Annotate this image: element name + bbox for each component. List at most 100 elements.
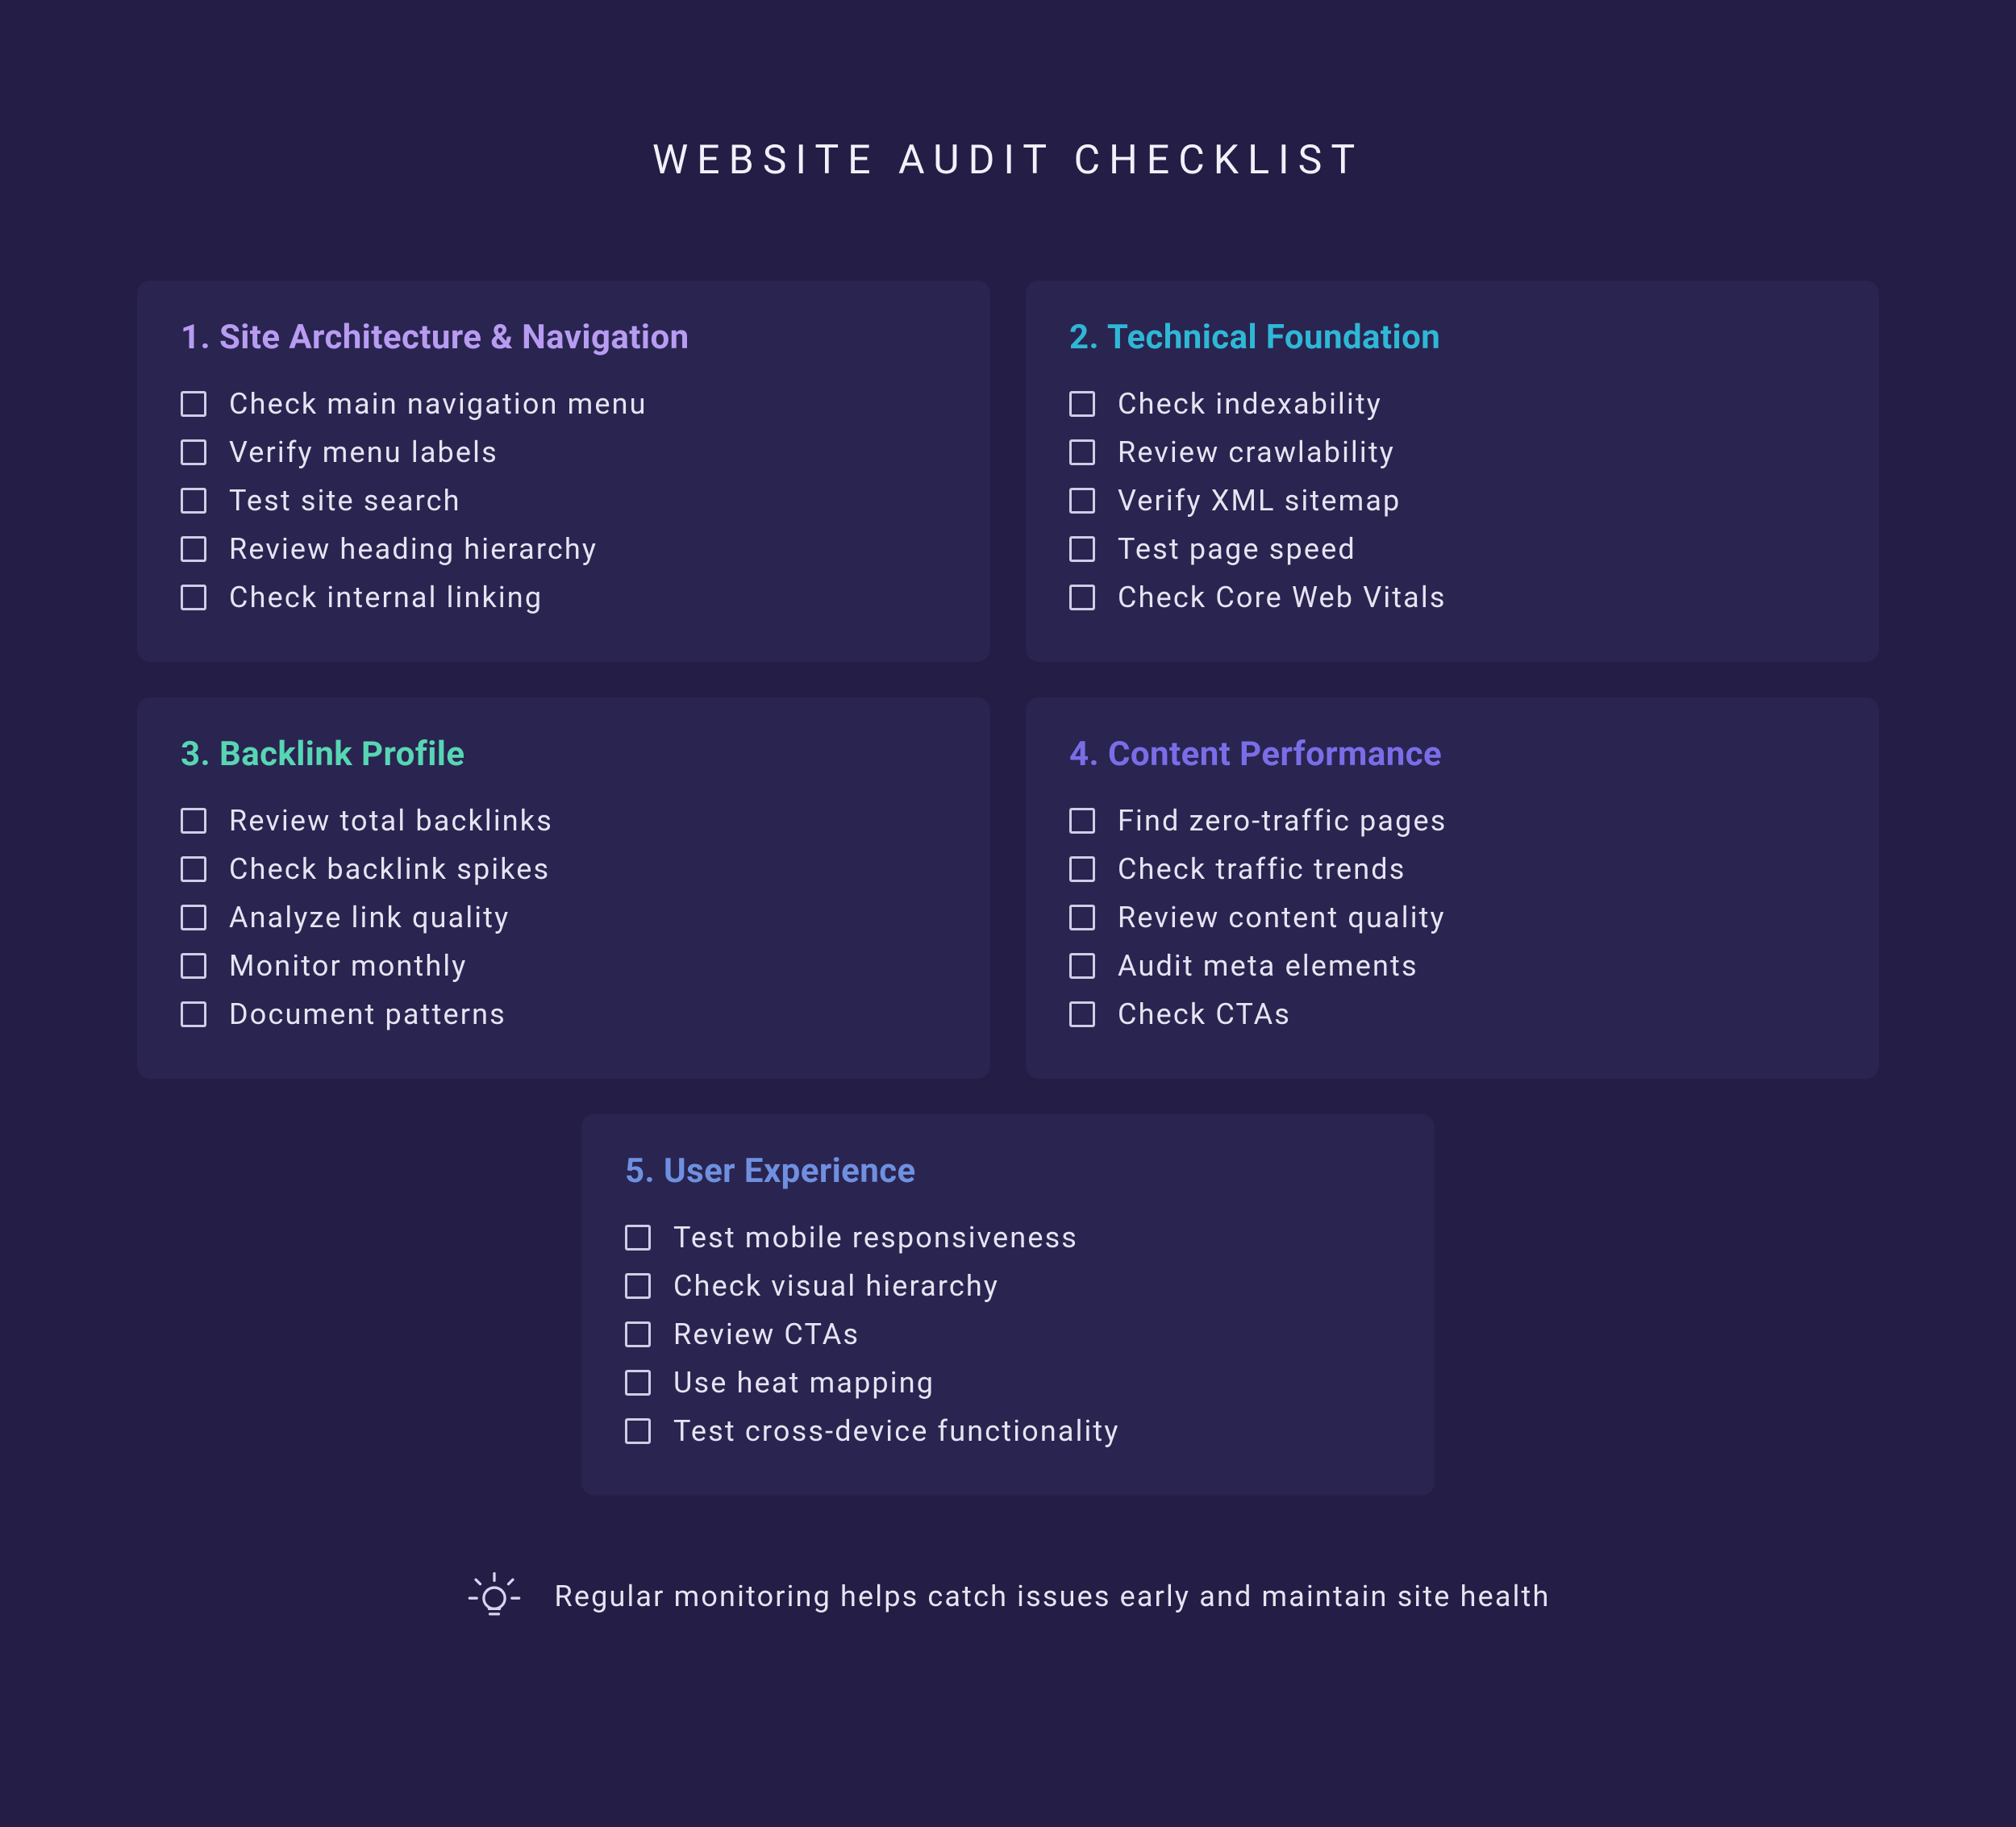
lightbulb-icon	[466, 1568, 523, 1625]
item-label: Review content quality	[1118, 901, 1446, 934]
checkbox[interactable]	[1069, 953, 1095, 979]
checkbox[interactable]	[181, 439, 206, 465]
checkbox[interactable]	[1069, 536, 1095, 562]
list-item: Monitor monthly	[181, 942, 947, 990]
list-item: Check main navigation menu	[181, 380, 947, 428]
card-technical-foundation: 2. Technical Foundation Check indexabili…	[1026, 281, 1879, 662]
checkbox[interactable]	[1069, 391, 1095, 417]
item-label: Test page speed	[1118, 532, 1356, 566]
section-number: 2.	[1069, 318, 1099, 357]
section-title: Content Performance	[1108, 735, 1442, 774]
item-label: Check traffic trends	[1118, 852, 1406, 886]
section-title: Backlink Profile	[219, 735, 464, 774]
footer-text: Regular monitoring helps catch issues ea…	[555, 1579, 1551, 1613]
list-item: Review total backlinks	[181, 797, 947, 845]
checkbox[interactable]	[1069, 585, 1095, 610]
checkbox[interactable]	[625, 1321, 651, 1347]
item-list: Check indexability Review crawlability V…	[1069, 380, 1835, 622]
card-user-experience: 5. User Experience Test mobile responsiv…	[581, 1114, 1435, 1496]
section-title: Technical Foundation	[1107, 318, 1440, 357]
card-heading: 4. Content Performance	[1069, 735, 1835, 774]
item-label: Document patterns	[229, 997, 506, 1031]
checkbox[interactable]	[625, 1418, 651, 1444]
list-item: Review crawlability	[1069, 428, 1835, 477]
item-label: Test cross-device functionality	[673, 1414, 1120, 1448]
list-item: Use heat mapping	[625, 1359, 1391, 1407]
list-item: Check Core Web Vitals	[1069, 573, 1835, 622]
list-item: Document patterns	[181, 990, 947, 1038]
card-grid: 1. Site Architecture & Navigation Check …	[137, 281, 1879, 1496]
item-label: Review heading hierarchy	[229, 532, 598, 566]
checkbox[interactable]	[1069, 1001, 1095, 1027]
list-item: Verify menu labels	[181, 428, 947, 477]
list-item: Check visual hierarchy	[625, 1262, 1391, 1310]
checkbox[interactable]	[1069, 905, 1095, 930]
checkbox[interactable]	[181, 808, 206, 834]
item-label: Monitor monthly	[229, 949, 467, 983]
list-item: Review heading hierarchy	[181, 525, 947, 573]
checkbox[interactable]	[181, 391, 206, 417]
checkbox[interactable]	[625, 1225, 651, 1251]
item-label: Check main navigation menu	[229, 387, 648, 421]
card-backlink-profile: 3. Backlink Profile Review total backlin…	[137, 697, 990, 1079]
section-number: 4.	[1069, 735, 1099, 774]
item-label: Check internal linking	[229, 581, 543, 614]
list-item: Audit meta elements	[1069, 942, 1835, 990]
list-item: Review CTAs	[625, 1310, 1391, 1359]
card-heading: 2. Technical Foundation	[1069, 318, 1835, 357]
item-label: Check backlink spikes	[229, 852, 550, 886]
card-heading: 3. Backlink Profile	[181, 735, 947, 774]
checkbox[interactable]	[1069, 808, 1095, 834]
checkbox[interactable]	[181, 536, 206, 562]
item-label: Review CTAs	[673, 1317, 860, 1351]
checkbox[interactable]	[1069, 856, 1095, 882]
checkbox[interactable]	[625, 1273, 651, 1299]
checkbox[interactable]	[181, 585, 206, 610]
checkbox[interactable]	[625, 1370, 651, 1396]
list-item: Analyze link quality	[181, 893, 947, 942]
item-label: Check indexability	[1118, 387, 1382, 421]
list-item: Check CTAs	[1069, 990, 1835, 1038]
item-label: Verify menu labels	[229, 435, 498, 469]
card-content-performance: 4. Content Performance Find zero-traffic…	[1026, 697, 1879, 1079]
checkbox[interactable]	[181, 856, 206, 882]
footer: Regular monitoring helps catch issues ea…	[137, 1568, 1879, 1625]
checkbox[interactable]	[181, 953, 206, 979]
item-label: Use heat mapping	[673, 1366, 935, 1400]
section-number: 5.	[625, 1151, 655, 1191]
section-title: Site Architecture & Navigation	[219, 318, 689, 357]
list-item: Test site search	[181, 477, 947, 525]
list-item: Find zero-traffic pages	[1069, 797, 1835, 845]
item-label: Check visual hierarchy	[673, 1269, 999, 1303]
section-number: 1.	[181, 318, 210, 357]
list-item: Review content quality	[1069, 893, 1835, 942]
checkbox[interactable]	[181, 488, 206, 514]
item-label: Verify XML sitemap	[1118, 484, 1401, 518]
checkbox[interactable]	[1069, 439, 1095, 465]
checkbox[interactable]	[181, 905, 206, 930]
list-item: Test cross-device functionality	[625, 1407, 1391, 1455]
item-list: Check main navigation menu Verify menu l…	[181, 380, 947, 622]
item-label: Audit meta elements	[1118, 949, 1418, 983]
card-site-architecture: 1. Site Architecture & Navigation Check …	[137, 281, 990, 662]
checkbox[interactable]	[181, 1001, 206, 1027]
card-heading: 5. User Experience	[625, 1151, 1391, 1191]
item-label: Check CTAs	[1118, 997, 1291, 1031]
list-item: Check indexability	[1069, 380, 1835, 428]
section-title: User Experience	[664, 1151, 916, 1191]
item-label: Review crawlability	[1118, 435, 1395, 469]
item-label: Review total backlinks	[229, 804, 553, 838]
list-item: Check backlink spikes	[181, 845, 947, 893]
section-number: 3.	[181, 735, 210, 774]
checkbox[interactable]	[1069, 488, 1095, 514]
item-label: Analyze link quality	[229, 901, 510, 934]
list-item: Test mobile responsiveness	[625, 1213, 1391, 1262]
list-item: Check traffic trends	[1069, 845, 1835, 893]
item-list: Find zero-traffic pages Check traffic tr…	[1069, 797, 1835, 1038]
card-heading: 1. Site Architecture & Navigation	[181, 318, 947, 357]
item-label: Test site search	[229, 484, 461, 518]
item-label: Test mobile responsiveness	[673, 1221, 1078, 1255]
item-list: Test mobile responsiveness Check visual …	[625, 1213, 1391, 1455]
list-item: Check internal linking	[181, 573, 947, 622]
list-item: Test page speed	[1069, 525, 1835, 573]
